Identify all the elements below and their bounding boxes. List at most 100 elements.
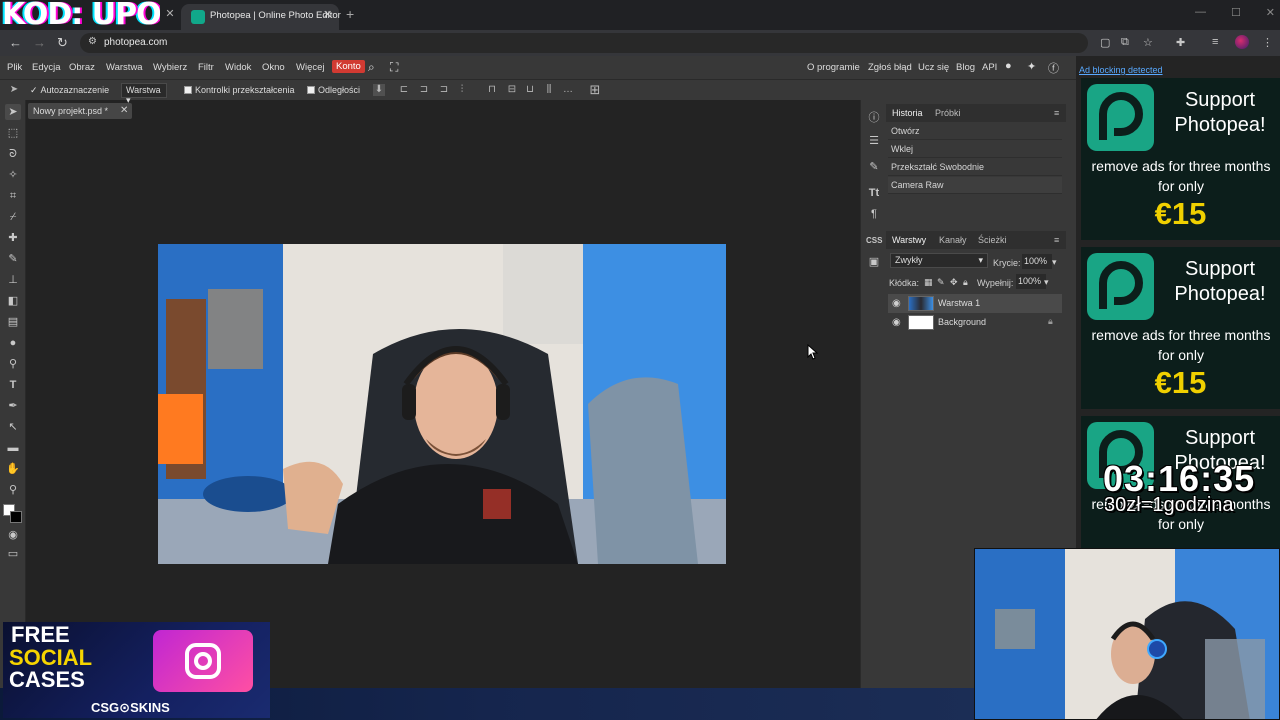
visibility-eye-icon[interactable]: ◉ xyxy=(892,298,901,309)
panel-menu-icon[interactable]: ≡ xyxy=(1054,235,1059,245)
new-tab-icon[interactable]: + xyxy=(346,6,354,22)
align-bottom-icon[interactable]: ⊔ xyxy=(524,84,536,96)
dodge-tool-icon[interactable]: ⚲ xyxy=(5,356,21,372)
ad-blocking-detected-link[interactable]: Ad blocking detected xyxy=(1079,65,1163,75)
menu-report-bug[interactable]: Zgłoś błąd xyxy=(868,62,912,73)
browser-tab-photopea[interactable]: Photopea | Online Photo Editor ✕ xyxy=(181,4,341,30)
grid-icon[interactable]: ⊞ xyxy=(589,83,601,96)
screen-mode-icon[interactable]: ▭ xyxy=(5,546,21,562)
menu-window[interactable]: Okno xyxy=(262,62,285,73)
close-document-icon[interactable]: ✕ xyxy=(120,105,128,116)
cast-icon[interactable]: ⧉ xyxy=(1121,36,1129,49)
twitter-icon[interactable]: ✦ xyxy=(1027,60,1036,73)
blur-tool-icon[interactable]: ● xyxy=(5,335,21,351)
menu-more[interactable]: Więcej xyxy=(296,62,325,73)
tab-paths[interactable]: Ścieżki xyxy=(978,235,1007,245)
distribute-vertical-icon[interactable]: ⫼ xyxy=(543,84,555,96)
extensions-icon[interactable]: ✚ xyxy=(1176,36,1185,49)
lasso-tool-icon[interactable]: ᘐ xyxy=(5,146,21,162)
reload-icon[interactable]: ↻ xyxy=(57,35,68,51)
menu-view[interactable]: Widok xyxy=(225,62,251,73)
eyedropper-tool-icon[interactable]: ⌿ xyxy=(5,209,21,225)
maximize-icon[interactable]: ☐ xyxy=(1231,6,1241,22)
lock-all-icon[interactable]: 🔒︎ xyxy=(963,277,968,288)
history-item[interactable]: Otwórz xyxy=(888,123,1062,140)
zoom-tool-icon[interactable]: ⚲ xyxy=(5,482,21,498)
canvas-area[interactable] xyxy=(27,122,859,688)
type-tool-icon[interactable]: T xyxy=(5,377,21,393)
facebook-icon[interactable]: ⓕ xyxy=(1048,60,1059,76)
quick-mask-icon[interactable]: ◉ xyxy=(5,527,21,543)
clone-stamp-tool-icon[interactable]: ⊥ xyxy=(5,272,21,288)
menu-filter[interactable]: Filtr xyxy=(198,62,214,73)
layer-row[interactable]: ◉ Background 🔒︎ xyxy=(888,313,1062,332)
menu-account[interactable]: Konto xyxy=(332,60,365,73)
close-tab-icon[interactable]: ✕ xyxy=(323,8,332,21)
tab-close-icon[interactable]: ✕ xyxy=(163,7,177,21)
image-icon[interactable]: ▣ xyxy=(866,254,882,270)
brush-tool-icon[interactable]: ✎ xyxy=(5,251,21,267)
panel-menu-icon[interactable]: ≡ xyxy=(1054,108,1059,118)
healing-tool-icon[interactable]: ✚ xyxy=(5,230,21,246)
info-icon[interactable]: ⓘ xyxy=(866,110,882,126)
blend-mode-select[interactable]: Zwykły ▾ xyxy=(890,253,988,268)
align-left-icon[interactable]: ⊏ xyxy=(398,84,410,96)
forward-icon[interactable]: → xyxy=(33,35,46,50)
distances-checkbox[interactable]: Odległości xyxy=(307,85,360,95)
path-select-tool-icon[interactable]: ↖ xyxy=(5,419,21,435)
fill-input[interactable]: 100% xyxy=(1016,274,1046,289)
site-info-icon[interactable]: ⚙ xyxy=(88,36,97,47)
eraser-tool-icon[interactable]: ◧ xyxy=(5,293,21,309)
bookmark-star-icon[interactable]: ☆ xyxy=(1143,36,1153,49)
character-icon[interactable]: Tt xyxy=(866,185,882,201)
align-center-icon[interactable]: ⊐ xyxy=(418,84,430,96)
history-item[interactable]: Wklej xyxy=(888,141,1062,158)
menu-file[interactable]: Plik xyxy=(7,62,22,73)
more-options-icon[interactable]: … xyxy=(562,84,574,96)
align-right-icon[interactable]: ⊐ xyxy=(438,84,450,96)
distribute-icon[interactable]: ⫶ xyxy=(456,84,468,96)
menu-layer[interactable]: Warstwa xyxy=(106,62,143,73)
lock-position-icon[interactable]: ✥ xyxy=(950,277,958,288)
adjustments-icon[interactable]: ☰ xyxy=(866,133,882,149)
move-tool-icon[interactable]: ➤ xyxy=(5,104,21,120)
menu-about[interactable]: O programie xyxy=(807,62,860,73)
document-canvas-photo[interactable] xyxy=(158,244,726,564)
tab-history[interactable]: Historia xyxy=(892,108,923,118)
gradient-tool-icon[interactable]: ▤ xyxy=(5,314,21,330)
lock-transparency-icon[interactable]: ▦ xyxy=(924,277,933,288)
fullscreen-icon[interactable]: ⛶ xyxy=(390,60,398,75)
media-controls-icon[interactable]: ≡ xyxy=(1212,36,1218,48)
menu-edit[interactable]: Edycja xyxy=(32,62,61,73)
chrome-menu-icon[interactable]: ⋮ xyxy=(1262,36,1273,49)
autoselect-checkbox[interactable]: ✓ Autozaznaczenie xyxy=(30,85,109,96)
document-tab[interactable]: Nowy projekt.psd * ✕ xyxy=(28,103,132,119)
profile-avatar[interactable] xyxy=(1235,35,1249,49)
menu-learn[interactable]: Ucz się xyxy=(918,62,949,73)
pen-tool-icon[interactable]: ✒ xyxy=(5,398,21,414)
menu-api[interactable]: API xyxy=(982,62,997,73)
ad-card[interactable]: Support Photopea! remove ads for three m… xyxy=(1081,78,1280,240)
css-icon[interactable]: CSS xyxy=(866,233,882,249)
marquee-tool-icon[interactable]: ⬚ xyxy=(5,125,21,141)
reddit-icon[interactable]: ● xyxy=(1005,60,1012,72)
brush-settings-icon[interactable]: ✎ xyxy=(866,159,882,175)
fill-dropdown-icon[interactable]: ▾ xyxy=(1044,277,1049,288)
menu-select[interactable]: Wybierz xyxy=(153,62,187,73)
tab-samples[interactable]: Próbki xyxy=(935,108,961,118)
ad-card[interactable]: Support Photopea! remove ads for three m… xyxy=(1081,247,1280,409)
paragraph-icon[interactable]: ¶ xyxy=(866,206,882,222)
transform-controls-checkbox[interactable]: Kontrolki przekształcenia xyxy=(184,85,295,95)
align-middle-icon[interactable]: ⊟ xyxy=(506,84,518,96)
save-page-icon[interactable]: ▢ xyxy=(1100,36,1110,49)
background-color-swatch[interactable] xyxy=(10,511,22,523)
opacity-dropdown-icon[interactable]: ▾ xyxy=(1052,257,1057,268)
search-icon[interactable]: ⌕ xyxy=(368,60,375,75)
layer-row[interactable]: ◉ Warstwa 1 xyxy=(888,294,1062,313)
close-window-icon[interactable]: ✕ xyxy=(1266,6,1275,22)
magic-wand-tool-icon[interactable]: ✧ xyxy=(5,167,21,183)
hand-tool-icon[interactable]: ✋ xyxy=(5,461,21,477)
history-item[interactable]: Camera Raw xyxy=(888,177,1062,194)
autoselect-target-select[interactable]: Warstwa ▾ xyxy=(121,83,167,105)
shape-tool-icon[interactable]: ▬ xyxy=(5,440,21,456)
